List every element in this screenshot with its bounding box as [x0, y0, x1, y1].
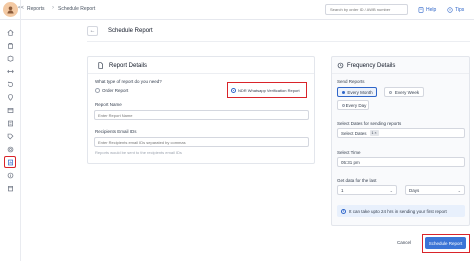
recipients-hint: Reports would be sent to the recipients … [95, 150, 182, 155]
company-logo[interactable] [3, 2, 18, 17]
info-icon [7, 172, 13, 178]
home-icon [6, 29, 14, 36]
frequency-details-header: Frequency Details [332, 57, 469, 74]
ndr-report-radio[interactable] [231, 88, 236, 93]
sidebar-item-returns[interactable] [4, 78, 16, 90]
report-name-label: Report Name [95, 102, 122, 107]
recipients-email-input[interactable] [94, 137, 309, 147]
tips-button[interactable]: Tips [447, 4, 464, 15]
order-report-label[interactable]: Order Report [102, 88, 128, 93]
breadcrumb-separator-icon: › [52, 5, 54, 11]
support-icon [7, 146, 13, 152]
last-number-dropdown[interactable]: 1 ⌄ [337, 185, 397, 195]
tips-icon [447, 6, 453, 13]
order-report-radio[interactable] [95, 88, 100, 93]
report-details-card: Report Details What type of report do yo… [87, 56, 315, 164]
info-circle-icon: i [341, 208, 346, 214]
last-number-value: 1 [341, 187, 344, 193]
report-details-header: Report Details [88, 57, 314, 74]
sidebar-item-home[interactable] [4, 26, 16, 38]
help-book-icon [418, 6, 424, 13]
every-day-option[interactable]: Every Day [337, 100, 369, 110]
breadcrumb-schedule-report: Schedule Report [58, 6, 96, 12]
chevron-down-icon: ⌄ [457, 188, 461, 193]
sidebar-item-shipping[interactable] [4, 65, 16, 77]
tag-icon [7, 133, 13, 139]
file-icon [98, 62, 103, 69]
location-icon [7, 93, 13, 101]
orders-icon [7, 42, 13, 49]
sidebar-item-orders[interactable] [4, 39, 16, 51]
frequency-details-title: Frequency Details [347, 63, 396, 69]
ndr-report-label[interactable]: NDR Whatsapp Verification Report [238, 88, 300, 93]
history-clock-icon [337, 62, 344, 69]
select-dates-dropdown[interactable]: Select Dates 1 × [337, 128, 465, 138]
date-chip[interactable]: 1 × [369, 130, 379, 136]
sidebar-item-reports[interactable] [4, 156, 16, 168]
info-text: It can take upto 24 hrs in sending your … [349, 208, 447, 214]
sidebar-item-location[interactable] [4, 91, 16, 103]
returns-icon [7, 80, 13, 87]
every-week-option[interactable]: Every Week [384, 87, 424, 97]
send-reports-label: Send Reports [337, 79, 365, 84]
last-unit-dropdown[interactable]: Days ⌄ [405, 185, 465, 195]
search-input[interactable] [325, 4, 408, 15]
every-month-radio [342, 90, 345, 94]
report-details-title: Report Details [109, 63, 148, 69]
every-month-label: Every Month [347, 89, 373, 95]
box-icon [7, 55, 13, 62]
cancel-button[interactable]: Cancel [397, 240, 411, 245]
page-title: Schedule Report [108, 28, 153, 34]
last-unit-value: Days [409, 187, 420, 193]
channels-icon [7, 107, 13, 113]
chevron-down-icon: ⌄ [389, 188, 393, 193]
report-type-question: What type of report do you need? [95, 79, 162, 84]
billing-icon [7, 120, 13, 126]
select-dates-value: Select Dates [341, 130, 367, 136]
sidebar-item-box[interactable] [4, 52, 16, 64]
info-banner: i It can take upto 24 hrs in sending you… [337, 205, 465, 217]
sidebar-item-calendar[interactable] [4, 182, 16, 194]
reports-icon [7, 159, 13, 165]
every-week-label: Every Week [394, 89, 420, 95]
sidebar-item-channels[interactable] [4, 104, 16, 116]
sidebar-item-tag[interactable] [4, 130, 16, 142]
top-bar: << Reports › Schedule Report Help Tips [0, 0, 474, 20]
data-last-label: Get data for the last [337, 178, 377, 183]
help-button[interactable]: Help [418, 4, 436, 15]
header-divider [87, 41, 470, 42]
recipients-label: Recipients Email IDs [95, 129, 137, 134]
shipping-icon [6, 69, 14, 73]
schedule-report-highlight: Schedule Report [422, 234, 470, 253]
select-time-label: Select Time [337, 150, 361, 155]
calendar-icon [7, 185, 13, 191]
back-button[interactable]: ← [87, 26, 98, 36]
breadcrumb-reports[interactable]: Reports [27, 6, 45, 12]
select-time-value: 05:31 pm [341, 159, 360, 165]
avatar-icon [7, 6, 14, 14]
select-time-input[interactable]: 05:31 pm [337, 157, 465, 167]
schedule-report-button[interactable]: Schedule Report [425, 237, 466, 249]
every-month-option[interactable]: Every Month [337, 87, 377, 97]
frequency-details-card: Frequency Details Send Reports Every Mon… [331, 56, 470, 226]
tips-label: Tips [455, 6, 465, 13]
report-name-input[interactable] [94, 110, 309, 120]
every-day-radio [342, 103, 345, 107]
sidebar-item-info[interactable] [4, 169, 16, 181]
help-label: Help [426, 6, 437, 13]
every-week-radio [389, 90, 392, 94]
sidebar-item-billing[interactable] [4, 117, 16, 129]
sidebar-item-support[interactable] [4, 143, 16, 155]
select-dates-label: Select Dates for sending reports [337, 121, 402, 126]
sidebar-divider [20, 0, 21, 261]
sidebar [0, 20, 20, 261]
